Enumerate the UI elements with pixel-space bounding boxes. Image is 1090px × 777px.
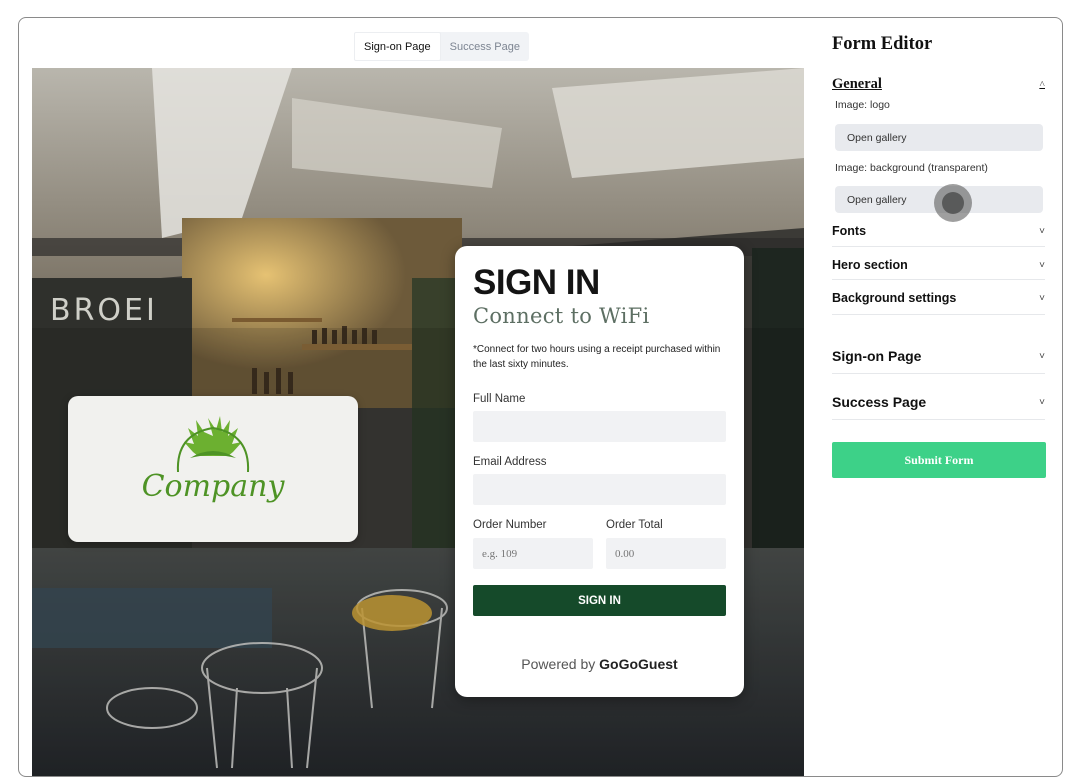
section-sign-on-page-header[interactable]: Sign-on Page ˅ bbox=[832, 346, 1045, 366]
signin-note: *Connect for two hours using a receipt p… bbox=[473, 344, 721, 370]
tab-sign-on-page[interactable]: Sign-on Page bbox=[354, 32, 441, 61]
chevron-down-icon: ˅ bbox=[1039, 292, 1045, 304]
company-logo-text: Company bbox=[142, 469, 286, 504]
divider bbox=[832, 314, 1045, 315]
signin-subtitle: Connect to WiFi bbox=[473, 304, 650, 328]
form-editor-title: Form Editor bbox=[832, 34, 933, 54]
open-gallery-background-button[interactable]: Open gallery bbox=[835, 186, 1043, 213]
section-background-settings-label: Background settings bbox=[832, 291, 957, 305]
section-general-header[interactable]: General ˄ bbox=[832, 74, 1045, 94]
signin-title: SIGN IN bbox=[473, 263, 600, 302]
full-name-input[interactable] bbox=[473, 411, 726, 442]
order-number-input[interactable] bbox=[473, 538, 593, 569]
divider bbox=[832, 246, 1045, 247]
powered-by: Powered by GoGoGuest bbox=[455, 656, 744, 672]
company-logo-card: Company bbox=[68, 396, 358, 542]
submit-form-button[interactable]: Submit Form bbox=[832, 442, 1046, 478]
order-total-input[interactable] bbox=[606, 538, 726, 569]
image-logo-label: Image: logo bbox=[835, 99, 890, 111]
section-hero-header[interactable]: Hero section ˅ bbox=[832, 255, 1045, 275]
chevron-up-icon: ˄ bbox=[1039, 78, 1045, 90]
page-preview: BROEI Company SIGN IN Connect to WiFi *C… bbox=[32, 68, 804, 776]
divider bbox=[832, 373, 1045, 374]
full-name-label: Full Name bbox=[473, 393, 526, 405]
image-background-label: Image: background (transparent) bbox=[835, 162, 988, 174]
open-gallery-logo-button[interactable]: Open gallery bbox=[835, 124, 1043, 151]
form-editor-panel: Form Editor General ˄ Image: logo Open g… bbox=[831, 18, 1051, 758]
section-success-page-label: Success Page bbox=[832, 394, 927, 410]
chevron-down-icon: ˅ bbox=[1039, 259, 1045, 271]
email-input[interactable] bbox=[473, 474, 726, 505]
divider bbox=[832, 279, 1045, 280]
chevron-down-icon: ˅ bbox=[1039, 350, 1045, 362]
section-general-label: General bbox=[832, 75, 882, 92]
section-background-settings-header[interactable]: Background settings ˅ bbox=[832, 288, 1045, 308]
powered-by-brand: GoGoGuest bbox=[599, 656, 678, 672]
powered-by-prefix: Powered by bbox=[521, 656, 596, 672]
section-hero-label: Hero section bbox=[832, 258, 908, 272]
form-builder-window: Sign-on Page Success Page BROEI Company … bbox=[18, 17, 1063, 777]
tab-success-page[interactable]: Success Page bbox=[441, 32, 529, 61]
section-success-page-header[interactable]: Success Page ˅ bbox=[832, 392, 1045, 412]
signin-button[interactable]: SIGN IN bbox=[473, 585, 726, 616]
signin-card: SIGN IN Connect to WiFi *Connect for two… bbox=[455, 246, 744, 697]
chalkboard-sign: BROEI bbox=[50, 293, 158, 328]
order-number-label: Order Number bbox=[473, 519, 547, 531]
email-label: Email Address bbox=[473, 456, 547, 468]
chevron-down-icon: ˅ bbox=[1039, 396, 1045, 408]
chevron-down-icon: ˅ bbox=[1039, 225, 1045, 237]
section-sign-on-page-label: Sign-on Page bbox=[832, 348, 922, 364]
company-logo-icon: Company bbox=[142, 416, 286, 504]
section-fonts-header[interactable]: Fonts ˅ bbox=[832, 221, 1045, 241]
section-fonts-label: Fonts bbox=[832, 224, 867, 238]
divider bbox=[832, 419, 1045, 420]
order-total-label: Order Total bbox=[606, 519, 663, 531]
preview-tabs: Sign-on Page Success Page bbox=[354, 32, 529, 61]
